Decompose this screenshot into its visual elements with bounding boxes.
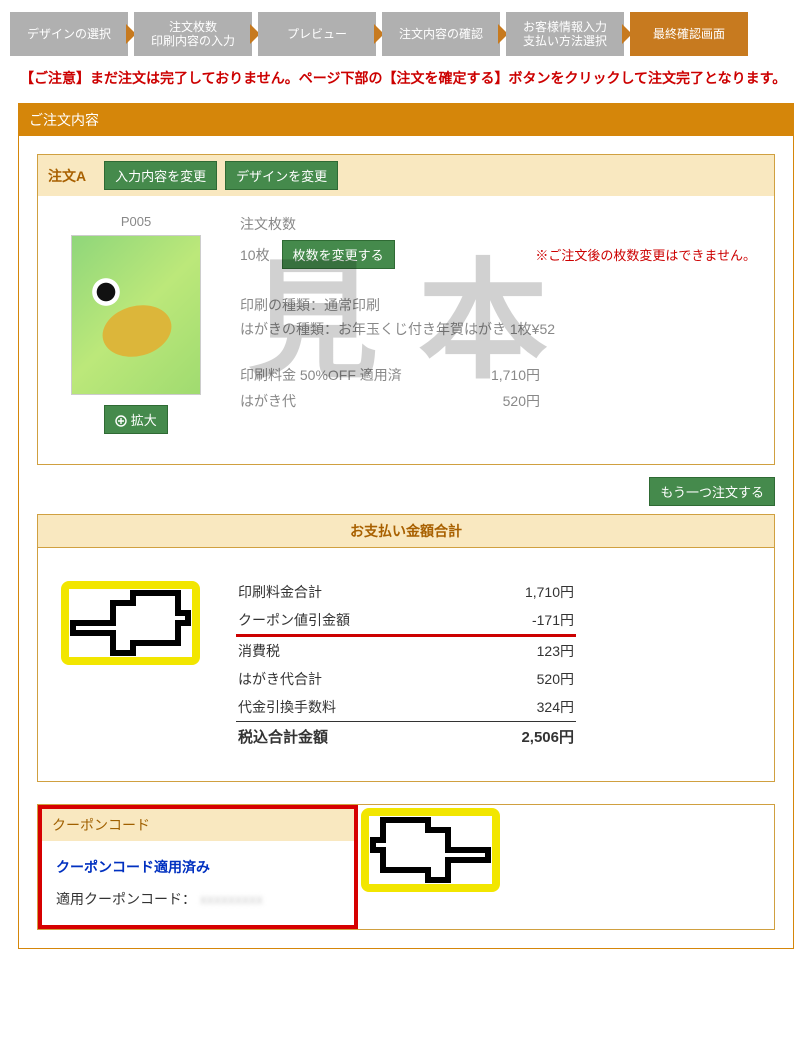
print-type-text: 印刷の種類：通常印刷 [240, 295, 756, 315]
design-id-label: P005 [56, 214, 216, 229]
plus-icon [115, 415, 127, 427]
breadcrumb-steps: デザインの選択注文枚数印刷内容の入力プレビュー注文内容の確認お客様情報入力支払い… [0, 0, 812, 68]
summary-row-value: -171円 [532, 610, 574, 630]
enlarge-label: 拡大 [131, 413, 157, 428]
summary-row-label: 税込合計金額 [238, 726, 521, 747]
summary-row-label: 消費税 [238, 641, 537, 661]
warning-text: 【ご注意】まだ注文は完了しておりません。ページ下部の【注文を確定する】ボタンをク… [0, 68, 812, 103]
coupon-title: クーポンコード [42, 809, 354, 841]
change-content-button[interactable]: 入力内容を変更 [104, 161, 217, 190]
change-design-button[interactable]: デザインを変更 [225, 161, 338, 190]
qty-warning: ※ご注文後の枚数変更はできません。 [535, 245, 756, 264]
print-price-value: 1,710円 [491, 365, 540, 385]
summary-row: 税込合計金額2,506円 [236, 722, 576, 751]
summary-row-label: はがき代合計 [238, 669, 537, 689]
order-content-frame: ご注文内容 注文A 入力内容を変更 デザインを変更 見本 P005 拡大 [18, 103, 794, 949]
hagaki-price-label: はがき代 [240, 391, 503, 411]
coupon-code-value: xxxxxxxxx [200, 891, 263, 907]
enlarge-button[interactable]: 拡大 [104, 405, 168, 434]
coupon-applied-text: クーポンコード適用済み [56, 857, 340, 877]
pointer-hand-icon [358, 795, 508, 908]
summary-row-value: 2,506円 [521, 726, 574, 747]
pointer-hand-icon [58, 568, 208, 681]
coupon-section: クーポンコード クーポンコード適用済み 適用クーポンコード： xxxxxxxxx [37, 804, 775, 930]
change-qty-button[interactable]: 枚数を変更する [282, 240, 395, 269]
coupon-code-label: 適用クーポンコード： [56, 891, 196, 907]
summary-row-value: 1,710円 [525, 582, 574, 602]
summary-row: クーポン値引金額-171円 [236, 606, 576, 637]
summary-row: 印刷料金合計1,710円 [236, 578, 576, 606]
summary-row-label: 代金引換手数料 [238, 697, 537, 717]
frame-title: ご注文内容 [19, 104, 793, 136]
summary-row-label: 印刷料金合計 [238, 582, 525, 602]
print-price-label: 印刷料金 50%OFF 適用済 [240, 365, 491, 385]
crumb-step-3: 注文内容の確認 [382, 12, 500, 56]
crumb-step-0: デザインの選択 [10, 12, 128, 56]
summary-row-value: 520円 [537, 669, 574, 689]
crumb-step-4: お客様情報入力支払い方法選択 [506, 12, 624, 56]
crumb-step-1: 注文枚数印刷内容の入力 [134, 12, 252, 56]
summary-row-value: 324円 [537, 697, 574, 717]
add-order-button[interactable]: もう一つ注文する [649, 477, 775, 506]
summary-row: 消費税123円 [236, 637, 576, 665]
thumbnail-column: P005 拡大 [56, 214, 216, 434]
hagaki-type-text: はがきの種類：お年玉くじ付き年賀はがき 1枚¥52 [240, 319, 756, 339]
summary-body: 印刷料金合計1,710円クーポン値引金額-171円消費税123円はがき代合計52… [37, 548, 775, 782]
crumb-step-2: プレビュー [258, 12, 376, 56]
crumb-step-5: 最終確認画面 [630, 12, 748, 56]
summary-table: 印刷料金合計1,710円クーポン値引金額-171円消費税123円はがき代合計52… [236, 578, 576, 751]
design-thumbnail [71, 235, 201, 395]
hagaki-price-value: 520円 [503, 391, 540, 411]
coupon-code-row: 適用クーポンコード： xxxxxxxxx [56, 889, 340, 909]
detail-column: 注文枚数 10枚 枚数を変更する ※ご注文後の枚数変更はできません。 印刷の種類… [240, 214, 756, 434]
order-title: 注文A [48, 166, 86, 186]
summary-row-value: 123円 [537, 641, 574, 661]
summary-row: はがき代合計520円 [236, 665, 576, 693]
qty-value: 10枚 [240, 245, 270, 265]
order-block: 注文A 入力内容を変更 デザインを変更 見本 P005 拡大 注文枚数 [37, 154, 775, 465]
summary-title: お支払い金額合計 [37, 514, 775, 548]
qty-label: 注文枚数 [240, 214, 296, 234]
summary-row-label: クーポン値引金額 [238, 610, 532, 630]
summary-row: 代金引換手数料324円 [236, 693, 576, 722]
order-block-header: 注文A 入力内容を変更 デザインを変更 [38, 155, 774, 196]
